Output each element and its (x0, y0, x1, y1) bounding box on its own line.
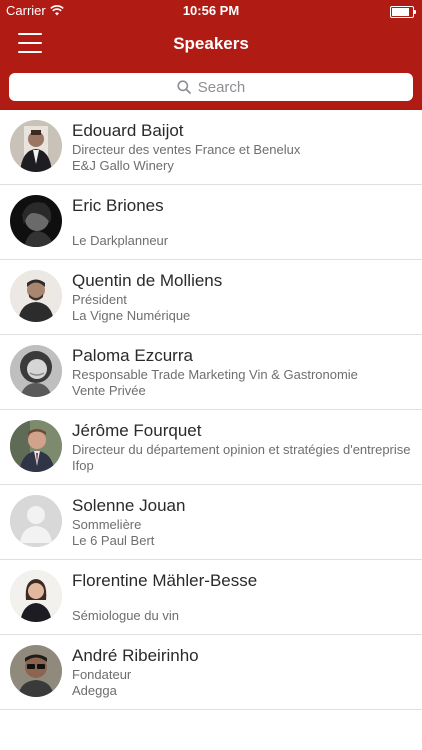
speaker-row[interactable]: Quentin de Molliens Président La Vigne Num… (0, 260, 422, 335)
speaker-list: Edouard Baijot Directeur des ventes Franc… (0, 110, 422, 710)
speaker-avatar (10, 420, 62, 472)
speaker-name: Eric Briones (72, 196, 164, 215)
speaker-company: La Vigne Numérique (72, 308, 191, 323)
speaker-company: Ifop (72, 458, 94, 473)
speaker-name: Quentin de Molliens (72, 271, 223, 290)
status-bar: Carrier 10:56 PM (0, 0, 422, 22)
speaker-text-block: André Ribeirinho Fondateur Adegga (72, 645, 414, 699)
speaker-row[interactable]: Paloma Ezcurra Responsable Trade Marketin… (0, 335, 422, 410)
speaker-avatar (10, 345, 62, 397)
speaker-row[interactable]: Edouard Baijot Directeur des ventes Franc… (0, 110, 422, 185)
search-icon (177, 80, 191, 94)
speaker-role: Responsable Trade Marketing Vin & Gastro… (72, 367, 358, 382)
speaker-name: Florentine Mähler-Besse (72, 571, 258, 590)
speaker-company: Adegga (72, 683, 117, 698)
speaker-text-block: Quentin de Molliens Président La Vigne Num… (72, 270, 414, 324)
speaker-name: André Ribeirinho (72, 646, 199, 665)
page-title: Speakers (173, 34, 249, 53)
speaker-role: Fondateur (72, 667, 132, 682)
speaker-row[interactable]: Solenne Jouan Sommelière Le 6 Paul Bert (0, 485, 422, 560)
speaker-avatar (10, 195, 62, 247)
speaker-company: Le Darkplanneur (72, 233, 169, 248)
speaker-text-block: Eric Briones Le Darkplanneur (72, 195, 414, 249)
speaker-avatar (10, 645, 62, 697)
speaker-text-block: Paloma Ezcurra Responsable Trade Marketin… (72, 345, 414, 399)
speaker-text-block: Solenne Jouan Sommelière Le 6 Paul Bert (72, 495, 414, 549)
speaker-company: E&J Gallo Winery (72, 158, 174, 173)
speaker-name: Edouard Baijot (72, 121, 184, 140)
speaker-avatar (10, 120, 62, 172)
search-input[interactable]: Search (9, 73, 413, 101)
navigation-bar: Speakers (0, 22, 422, 66)
placeholder-avatar-icon (10, 495, 62, 547)
speaker-row[interactable]: Eric Briones Le Darkplanneur (0, 185, 422, 260)
search-bar: Search (0, 66, 422, 110)
app-header: Carrier 10:56 PM Speakers Search (0, 0, 422, 110)
speaker-company: Sémiologue du vin (72, 608, 179, 623)
speaker-row[interactable]: Jérôme Fourquet Directeur du département … (0, 410, 422, 485)
speaker-text-block: Edouard Baijot Directeur des ventes Franc… (72, 120, 414, 174)
speaker-name: Paloma Ezcurra (72, 346, 193, 365)
speaker-role: Président (72, 292, 127, 307)
speaker-name: Jérôme Fourquet (72, 421, 202, 440)
speaker-role: Directeur des ventes France et Benelux (72, 142, 301, 157)
speaker-company: Le 6 Paul Bert (72, 533, 155, 548)
speaker-company: Vente Privée (72, 383, 146, 398)
search-placeholder: Search (197, 78, 246, 96)
speaker-text-block: Florentine Mähler-Besse Sémiologue du vin (72, 570, 414, 624)
speaker-avatar (10, 570, 62, 622)
speaker-name: Solenne Jouan (72, 496, 186, 515)
status-time: 10:56 PM (182, 3, 240, 18)
speaker-row[interactable]: André Ribeirinho Fondateur Adegga (0, 635, 422, 710)
speaker-text-block: Jérôme Fourquet Directeur du département … (72, 420, 414, 474)
speaker-avatar (10, 270, 62, 322)
battery-icon (390, 6, 416, 18)
speaker-row[interactable]: Florentine Mähler-Besse Sémiologue du vin (0, 560, 422, 635)
speaker-role: Sommelière (72, 517, 142, 532)
speaker-role: Directeur du département opinion et stra… (72, 442, 411, 457)
